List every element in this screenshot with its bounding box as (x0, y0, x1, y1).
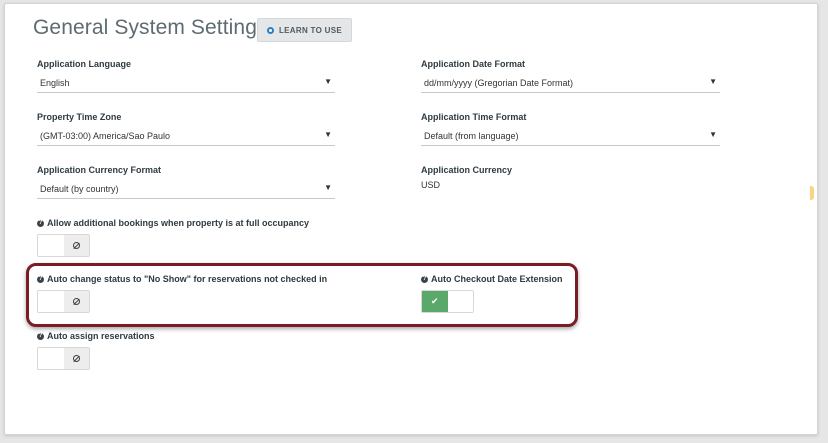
app-time-format-select[interactable]: Default (from language) ▼ (421, 126, 720, 146)
question-circle-icon: ? (421, 275, 428, 283)
property-time-zone-select[interactable]: (GMT-03:00) America/Sao Paulo ▼ (37, 126, 335, 146)
app-time-format-label: Application Time Format (421, 112, 527, 122)
full-occupancy-label: ? Allow additional bookings when propert… (37, 218, 309, 228)
app-date-format-value: dd/mm/yyyy (Gregorian Date Format) (424, 78, 574, 88)
app-currency-format-select[interactable]: Default (by country) ▼ (37, 179, 335, 199)
auto-assign-toggle[interactable] (37, 347, 90, 370)
toggle-on-side: ✔ (422, 291, 448, 312)
app-language-label: Application Language (37, 59, 132, 69)
toggle-off-side (448, 291, 474, 312)
app-time-format-value: Default (from language) (424, 131, 519, 141)
app-date-format-select[interactable]: dd/mm/yyyy (Gregorian Date Format) ▼ (421, 73, 720, 93)
caret-down-icon: ▼ (324, 183, 332, 192)
learn-to-use-label: LEARN TO USE (278, 25, 342, 35)
caret-down-icon: ▼ (709, 77, 717, 86)
app-currency-value: USD (421, 180, 441, 190)
question-circle-icon: ? (37, 332, 44, 340)
learn-dot-icon (266, 26, 274, 34)
toggle-off-side (63, 291, 89, 312)
ban-icon (72, 355, 80, 362)
no-show-label: ? Auto change status to "No Show" for re… (37, 274, 327, 284)
checkout-extension-text: Auto Checkout Date Extension (431, 274, 563, 284)
no-show-toggle[interactable] (37, 290, 90, 313)
app-currency-label: Application Currency (421, 165, 513, 175)
toggle-on-side (38, 348, 64, 369)
toggle-off-side (63, 348, 89, 369)
auto-assign-label: ? Auto assign reservations (37, 331, 155, 341)
page-title: General System Settings (33, 16, 268, 39)
app-language-select[interactable]: English ▼ (37, 73, 335, 93)
ban-icon (72, 298, 80, 305)
full-occupancy-text: Allow additional bookings when property … (47, 218, 310, 228)
toggle-on-side (38, 291, 64, 312)
no-show-text: Auto change status to "No Show" for rese… (47, 274, 328, 284)
toggle-on-side (38, 235, 64, 256)
caret-down-icon: ▼ (324, 130, 332, 139)
app-date-format-label: Application Date Format (421, 59, 526, 69)
toggle-off-side (63, 235, 89, 256)
question-circle-icon: ? (37, 219, 44, 227)
app-currency-format-label: Application Currency Format (37, 165, 162, 175)
check-icon: ✔ (430, 296, 439, 306)
app-currency-format-value: Default (by country) (40, 184, 119, 194)
caret-down-icon: ▼ (324, 77, 332, 86)
checkout-extension-toggle[interactable]: ✔ (421, 290, 474, 313)
caret-down-icon: ▼ (709, 130, 717, 139)
auto-assign-text: Auto assign reservations (47, 331, 155, 341)
ban-icon (72, 242, 80, 249)
checkout-extension-label: ? Auto Checkout Date Extension (421, 274, 563, 284)
property-time-zone-label: Property Time Zone (37, 112, 122, 122)
highlight-frame (26, 263, 578, 327)
question-circle-icon: ? (37, 275, 44, 283)
scroll-edge-marker (810, 186, 814, 200)
full-occupancy-toggle[interactable] (37, 234, 90, 257)
app-language-value: English (40, 78, 70, 88)
learn-to-use-button[interactable]: LEARN TO USE (257, 18, 352, 42)
property-time-zone-value: (GMT-03:00) America/Sao Paulo (40, 131, 171, 141)
